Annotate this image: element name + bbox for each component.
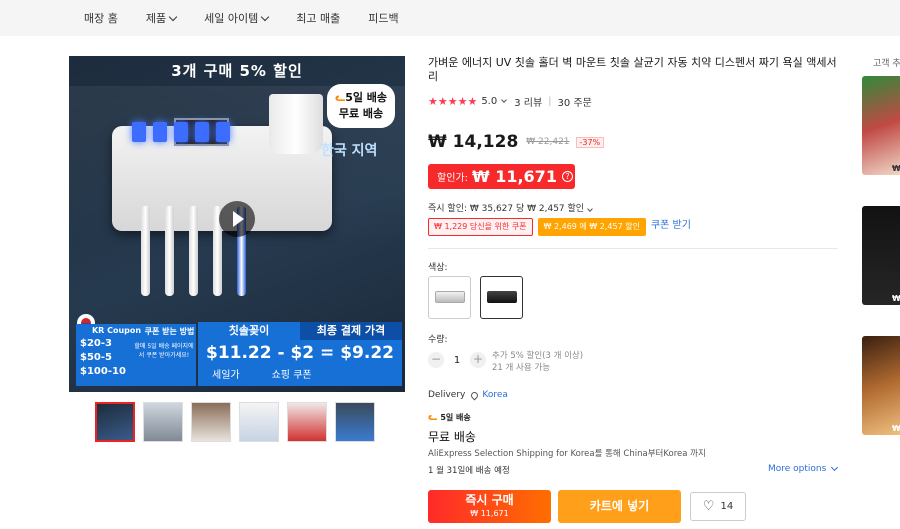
chevron-down-icon <box>831 463 839 472</box>
chevron-down-icon <box>260 12 270 21</box>
instant-discount[interactable]: 즉시 할인: ₩ 35,627 당 ₩ 2,457 할인 <box>428 201 593 214</box>
thumbnail-3[interactable] <box>191 402 231 442</box>
wishlist-button[interactable]: ♡ 14 <box>690 492 746 521</box>
chevron-down-icon <box>168 12 178 21</box>
main-product-image[interactable]: 3개 구매 5% 할인 ᓚ5일 배송 무료 배송 한국 지역 KR Coupon… <box>69 56 405 392</box>
sale-price-banner[interactable]: 할인가: ₩ 11,671 ? <box>428 164 575 189</box>
add-to-cart-button[interactable]: 카트에 넣기 <box>558 490 681 523</box>
uv-slot <box>174 122 188 142</box>
quantity-label: 수량: <box>428 335 448 345</box>
shipping-route: AliExpress Selection Shipping for Korea를… <box>428 449 706 459</box>
delivery-row: Delivery Korea <box>428 390 508 400</box>
order-count: 30 주문 <box>557 98 592 109</box>
thumbnail-strip <box>95 402 383 442</box>
free-shipping: 무료 배송 <box>428 430 476 444</box>
chevron-down-icon <box>587 206 593 212</box>
more-options-link[interactable]: More options <box>768 463 839 474</box>
flame-icon: ᓚ <box>334 91 346 104</box>
coupon-row: ₩ 1,229 당신을 위한 쿠폰 ₩ 2,469 에 ₩ 2,457 할인 쿠… <box>428 218 696 236</box>
original-price: ₩ 22,421 <box>526 137 570 147</box>
five-day-shipping-badge: ᓚ 5일 배송 <box>428 412 471 423</box>
price-row: ₩ 14,128 ₩ 22,421 -37% <box>428 132 605 152</box>
wishlist-count: 14 <box>720 501 734 512</box>
recommended-item-2[interactable]: ₩ <box>862 206 900 305</box>
region-label: 한국 지역 <box>321 143 378 159</box>
chevron-down-icon <box>501 97 508 103</box>
coupon-store[interactable]: ₩ 2,469 에 ₩ 2,457 할인 <box>537 218 646 236</box>
store-nav: 매장 홈 제품 세일 아이템 최고 매출 피드백 <box>0 0 900 36</box>
thumbnail-4[interactable] <box>239 402 279 442</box>
buy-now-button[interactable]: 즉시 구매 ₩ 11,671 <box>428 490 551 523</box>
help-icon[interactable]: ? <box>561 171 573 182</box>
recommended-item-3[interactable]: ₩ <box>862 336 900 435</box>
quantity-note: 추가 5% 할인(3 개 이상) 21 개 사용 가능 <box>492 351 584 373</box>
get-coupons-link[interactable]: 쿠폰 받기 <box>651 218 691 236</box>
rating-row: ★★★★★ 5.0 3 리뷰 | 30 주문 <box>428 94 598 109</box>
recommendations-title: 고객 추천 <box>873 59 900 69</box>
coupon-info-box: KR Coupon 쿠폰 받는 방법 $20-3 $50-5 $100-10 할매… <box>76 324 196 386</box>
color-label: 색상: <box>428 263 448 273</box>
uv-slot <box>132 122 146 142</box>
review-count[interactable]: 3 리뷰 <box>514 94 542 109</box>
quantity-stepper: − 1 + <box>428 352 486 368</box>
discount-badge: -37% <box>575 136 605 148</box>
delivery-eta: 1 월 31일에 배송 예정 <box>428 466 510 476</box>
divider: | <box>548 96 552 107</box>
section-divider <box>428 248 838 249</box>
product-page: 매장 홈 제품 세일 아이템 최고 매출 피드백 3개 구매 5% 할인 ᓚ5일 <box>0 0 900 529</box>
nav-top-selling[interactable]: 최고 매출 <box>296 10 340 26</box>
toothbrush-illustration <box>165 206 174 296</box>
play-video-icon[interactable] <box>219 201 255 237</box>
increase-button[interactable]: + <box>470 352 486 368</box>
uv-slot <box>216 122 230 142</box>
location-pin-icon <box>469 390 480 400</box>
color-option-black[interactable] <box>480 276 523 319</box>
flame-icon: ᓚ <box>428 412 438 423</box>
delivery-location[interactable]: Korea <box>482 390 508 400</box>
thumbnail-6[interactable] <box>335 402 375 442</box>
rating-score[interactable]: 5.0 <box>481 96 497 107</box>
cup-illustration <box>269 94 323 154</box>
uv-slot <box>195 122 209 142</box>
nav-feedback[interactable]: 피드백 <box>368 10 398 26</box>
product-content: 3개 구매 5% 할인 ᓚ5일 배송 무료 배송 한국 지역 KR Coupon… <box>0 36 900 529</box>
color-option-white[interactable] <box>428 276 471 319</box>
star-rating-icon: ★★★★★ <box>428 95 478 108</box>
current-price: ₩ 14,128 <box>428 132 519 152</box>
thumbnail-2[interactable] <box>143 402 183 442</box>
product-title: 가벼운 에너지 UV 칫솔 홀더 벽 마운트 칫솔 살균기 자동 치약 디스펜서… <box>428 56 837 83</box>
toothbrush-illustration <box>141 206 150 296</box>
image-banner: 3개 구매 5% 할인 <box>171 62 303 80</box>
color-options <box>428 276 532 319</box>
thumbnail-1[interactable] <box>95 402 135 442</box>
shipping-bubble: ᓚ5일 배송 무료 배송 <box>327 84 395 128</box>
recommended-item-1[interactable]: ₩ <box>862 76 900 175</box>
nav-products[interactable]: 제품 <box>146 10 178 26</box>
decrease-button[interactable]: − <box>428 352 444 368</box>
nav-store-home[interactable]: 매장 홈 <box>84 10 118 26</box>
coupon-for-you[interactable]: ₩ 1,229 당신을 위한 쿠폰 <box>428 218 533 236</box>
heart-icon: ♡ <box>702 499 715 514</box>
nav-sale-items[interactable]: 세일 아이템 <box>204 10 270 26</box>
toothbrush-illustration <box>189 206 198 296</box>
quantity-value[interactable]: 1 <box>444 355 470 366</box>
thumbnail-5[interactable] <box>287 402 327 442</box>
price-formula-box: 칫솔꽂이 최종 결제 가격 $11.22 - $2 = $9.22 세일가 쇼핑 … <box>198 322 402 386</box>
uv-slot <box>153 122 167 142</box>
